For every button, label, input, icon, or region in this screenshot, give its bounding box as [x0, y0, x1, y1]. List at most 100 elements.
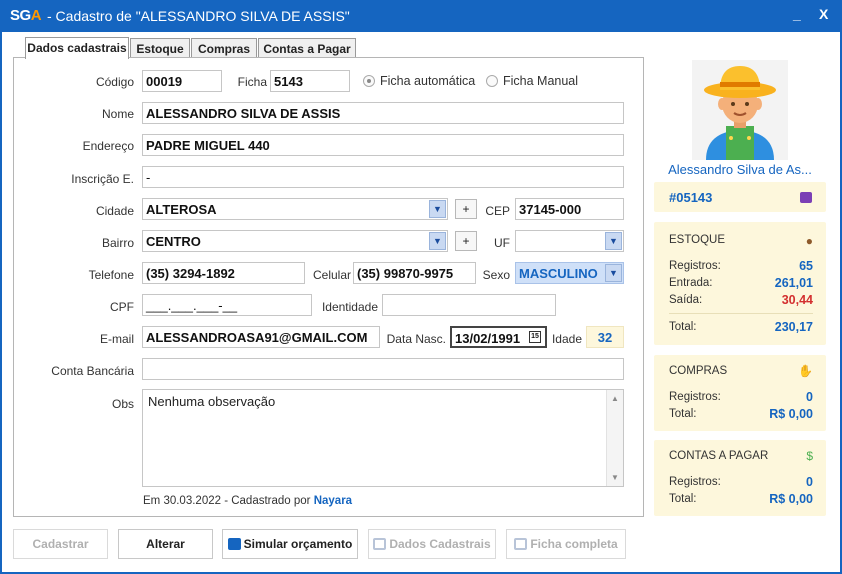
client-id-card: #05143 — [654, 182, 826, 212]
telefone-label: Telefone — [88, 268, 134, 282]
obs-textarea[interactable]: Nenhuma observação ▲ ▼ — [142, 389, 624, 487]
datanasc-field[interactable]: 13/02/1991 15 — [450, 326, 547, 348]
ficha-field[interactable]: 5143 — [270, 70, 350, 92]
app-logo: SGA — [10, 7, 42, 24]
obs-text: Nenhuma observação — [148, 394, 276, 409]
estoque-total-label: Total: — [669, 321, 697, 333]
app-window: SGA - Cadastro de "ALESSANDRO SILVA DE A… — [0, 0, 842, 574]
estoque-saida-value: 30,44 — [781, 293, 813, 307]
avatar-area — [654, 60, 826, 160]
estoque-entrada-value: 261,01 — [774, 276, 813, 290]
alterar-button[interactable]: Alterar — [118, 529, 213, 559]
chevron-down-icon: ▼ — [605, 232, 622, 250]
avatar — [692, 60, 788, 160]
add-cidade-button[interactable]: + — [455, 199, 477, 219]
compras-title: COMPRAS — [669, 365, 728, 377]
conta-bancaria-field[interactable] — [142, 358, 624, 380]
identidade-field[interactable] — [382, 294, 556, 316]
codigo-label: Código — [95, 75, 134, 89]
add-bairro-button[interactable]: + — [455, 231, 477, 251]
datanasc-label: Data Nasc. — [386, 332, 446, 346]
obs-label: Obs — [111, 397, 134, 411]
contas-total-value: R$ 0,00 — [769, 492, 813, 506]
scroll-up-icon[interactable]: ▲ — [611, 394, 619, 403]
minimize-button[interactable]: _ — [793, 6, 801, 22]
radio-empty-icon — [486, 75, 498, 87]
conta-bancaria-label: Conta Bancária — [51, 364, 134, 378]
endereco-field[interactable]: PADRE MIGUEL 440 — [142, 134, 624, 156]
contact-card-icon — [800, 192, 812, 203]
bairro-label: Bairro — [101, 236, 134, 250]
idade-label: Idade — [551, 332, 582, 346]
registered-by-user[interactable]: Nayara — [314, 495, 352, 507]
simular-orcamento-button[interactable]: Simular orçamento — [222, 529, 358, 559]
title-bar[interactable]: SGA - Cadastro de "ALESSANDRO SILVA DE A… — [0, 0, 842, 32]
ficha-label: Ficha — [237, 75, 267, 89]
email-label: E-mail — [99, 332, 134, 346]
cadastrar-button[interactable]: Cadastrar — [13, 529, 108, 559]
ficha-manual-radio[interactable]: Ficha Manual — [486, 74, 578, 88]
money-icon: $ — [806, 449, 813, 463]
uf-select[interactable]: ▼ — [515, 230, 624, 252]
inscricao-label: Inscrição E. — [71, 172, 134, 186]
uf-label: UF — [494, 236, 510, 250]
ficha-automatica-radio[interactable]: Ficha automática — [363, 74, 475, 88]
registration-note: Em 30.03.2022 - Cadastrado por Nayara — [143, 495, 353, 507]
tab-compras[interactable]: Compras — [191, 38, 257, 58]
tab-dados-cadastrais[interactable]: Dados cadastrais — [25, 37, 129, 59]
compras-total-label: Total: — [669, 408, 697, 420]
celular-label: Celular — [312, 268, 351, 282]
cidade-label: Cidade — [95, 204, 134, 218]
estoque-total-value: 230,17 — [774, 320, 813, 334]
ficha-completa-button[interactable]: Ficha completa — [506, 529, 626, 559]
compras-registros-value: 0 — [806, 390, 813, 404]
identidade-label: Identidade — [321, 300, 378, 314]
contas-registros-label: Registros: — [669, 476, 721, 488]
celular-field[interactable]: (35) 99870-9975 — [353, 262, 476, 284]
cidade-select[interactable]: ALTEROSA ▼ — [142, 198, 448, 220]
chevron-down-icon: ▼ — [605, 264, 622, 282]
estoque-title: ESTOQUE — [669, 234, 726, 246]
printer-icon — [373, 538, 387, 550]
cep-label: CEP — [485, 204, 510, 218]
handshake-icon: ✋ — [798, 364, 813, 378]
potato-icon: ● — [805, 234, 813, 248]
chevron-down-icon: ▼ — [429, 200, 446, 218]
email-field[interactable]: ALESSANDROASA91@GMAIL.COM — [142, 326, 380, 348]
estoque-entrada-label: Entrada: — [669, 277, 713, 289]
tab-estoque[interactable]: Estoque — [130, 38, 190, 58]
obs-scrollbar[interactable]: ▲ ▼ — [606, 390, 623, 486]
compras-card: COMPRAS ✋ Registros: 0 Total: R$ 0,00 — [654, 355, 826, 431]
tab-contas-a-pagar[interactable]: Contas a Pagar — [258, 38, 356, 58]
cpf-label: CPF — [110, 300, 134, 314]
document-icon — [227, 538, 241, 550]
client-name-label: Alessandro Silva de As... — [668, 162, 812, 177]
contas-total-label: Total: — [669, 493, 697, 505]
scroll-down-icon[interactable]: ▼ — [611, 473, 619, 482]
bairro-select[interactable]: CENTRO ▼ — [142, 230, 448, 252]
estoque-registros-value: 65 — [799, 259, 813, 273]
divider — [669, 313, 813, 314]
codigo-field[interactable]: 00019 — [142, 70, 222, 92]
dados-cadastrais-button[interactable]: Dados Cadastrais — [368, 529, 496, 559]
contas-title: CONTAS A PAGAR — [669, 450, 769, 462]
contas-a-pagar-card: CONTAS A PAGAR $ Registros: 0 Total: R$ … — [654, 440, 826, 516]
radio-selected-icon — [363, 75, 375, 87]
calendar-icon[interactable]: 15 — [529, 331, 541, 343]
idade-field: 32 — [586, 326, 624, 348]
inscricao-field[interactable]: - — [142, 166, 624, 188]
endereco-label: Endereço — [82, 139, 134, 153]
chevron-down-icon: ▼ — [429, 232, 446, 250]
cep-field[interactable]: 37145-000 — [515, 198, 624, 220]
estoque-card: ESTOQUE ● Registros: 65 Entrada: 261,01 … — [654, 222, 826, 345]
telefone-field[interactable]: (35) 3294-1892 — [142, 262, 305, 284]
contas-registros-value: 0 — [806, 475, 813, 489]
printer-icon — [514, 538, 528, 550]
window-title: - Cadastro de "ALESSANDRO SILVA DE ASSIS… — [47, 8, 350, 24]
sexo-select[interactable]: MASCULINO ▼ — [515, 262, 624, 284]
close-button[interactable]: X — [819, 6, 828, 22]
cpf-field[interactable]: ___.___.___-__ — [142, 294, 312, 316]
nome-label: Nome — [101, 107, 134, 121]
nome-field[interactable]: ALESSANDRO SILVA DE ASSIS — [142, 102, 624, 124]
compras-registros-label: Registros: — [669, 391, 721, 403]
